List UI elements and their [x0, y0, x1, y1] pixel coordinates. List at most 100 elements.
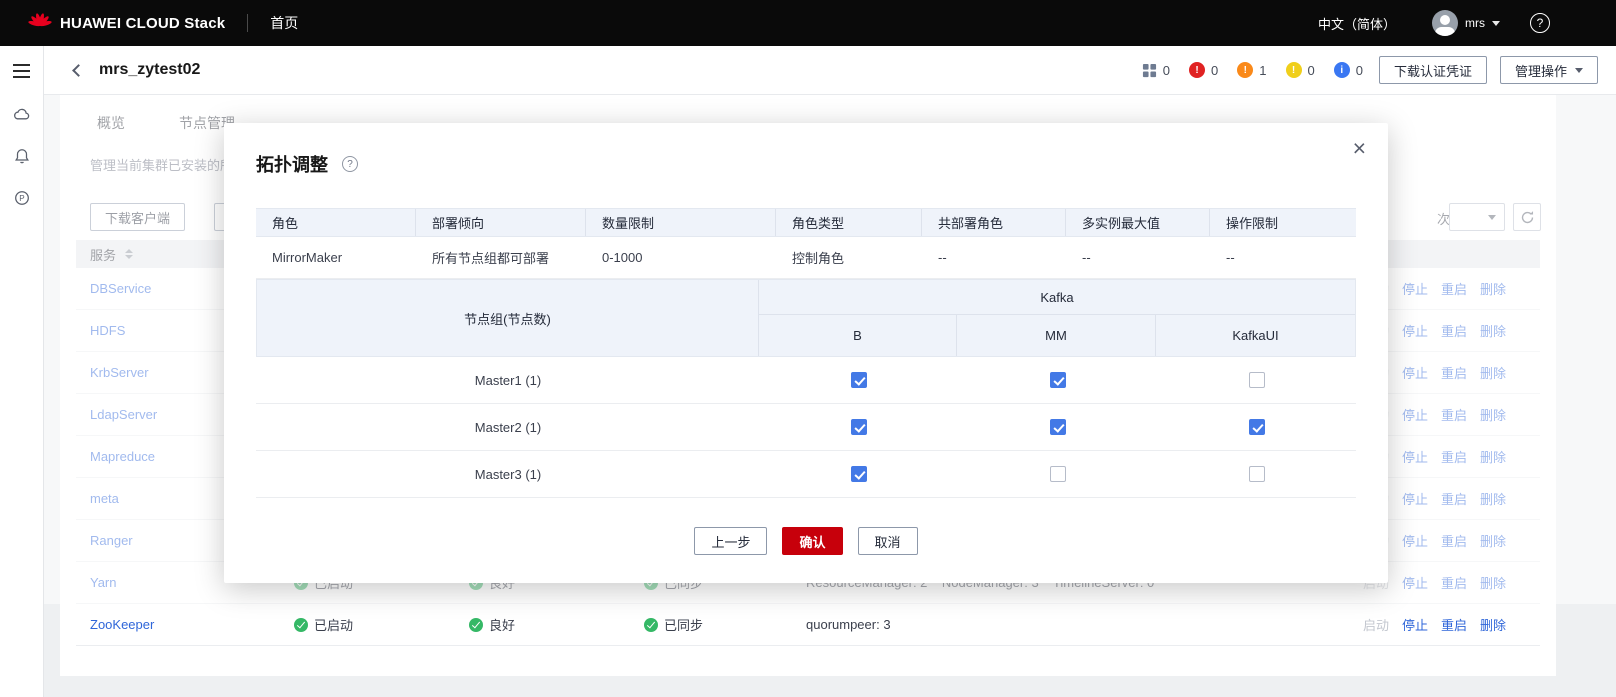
feedback-message-icon[interactable]: P: [12, 188, 32, 208]
dialog-footer: 上一步 确认 取消: [224, 527, 1388, 555]
brand-title: HUAWEI CLOUD Stack: [60, 14, 226, 32]
service-link[interactable]: ZooKeeper: [90, 604, 154, 645]
role-detail-cell: quorumpeer: 3: [806, 617, 891, 632]
health-cell: 良好: [469, 604, 515, 645]
column-header: 部署倾向: [416, 209, 586, 236]
dialog-title-row: 拓扑调整 ?: [256, 151, 358, 177]
success-icon: [294, 617, 308, 632]
co-deploy-roles: --: [938, 250, 947, 265]
role-name: MirrorMaker: [272, 250, 343, 265]
page-header: mrs_zytest02 0 0 1 0 0: [44, 46, 1616, 95]
role-type: 控制角色: [792, 251, 845, 266]
alarm-counters: 0 0 1 0 0: [1142, 62, 1363, 78]
sync-text: 已同步: [664, 618, 704, 633]
info-alarm-icon: [1333, 62, 1350, 78]
events-counter[interactable]: 0: [1142, 63, 1170, 78]
node-group-header: 节点组(节点数): [257, 280, 759, 356]
column-header: 共部署角色: [922, 209, 1066, 236]
topology-row: Master1 (1): [256, 357, 1356, 404]
role-checkbox[interactable]: [1049, 466, 1066, 482]
major-alarm-counter[interactable]: 1: [1237, 62, 1267, 78]
column-header: 操作限制: [1226, 216, 1279, 231]
dialog-title: 拓扑调整: [256, 155, 328, 175]
max-instances: --: [1082, 250, 1091, 265]
confirm-button[interactable]: 确认: [782, 527, 843, 555]
node-group-name: Master1 (1): [474, 372, 542, 388]
role-info-table: 角色 部署倾向 数量限制 角色类型 共部署角色 多实例最大值 操作限制 Mirr…: [256, 208, 1356, 279]
counter-value: 0: [1307, 62, 1315, 78]
left-rail: P: [0, 46, 44, 697]
column-header: 角色: [256, 209, 416, 236]
config-sync-cell: 已同步: [644, 604, 703, 645]
cancel-button[interactable]: 取消: [857, 527, 918, 555]
topbar: HUAWEI CLOUD Stack 首页 中文（简体） mrs ?: [0, 0, 1616, 46]
help-icon[interactable]: ?: [1530, 13, 1550, 33]
screen: HUAWEI CLOUD Stack 首页 中文（简体） mrs ? P mrs…: [0, 0, 1616, 697]
console-cloud-icon[interactable]: [12, 104, 32, 124]
success-icon: [469, 617, 483, 632]
role-header-kafkaui: KafkaUI: [1232, 328, 1279, 343]
manage-operations-label: 管理操作: [1514, 63, 1567, 79]
health-text: 良好: [489, 618, 516, 633]
role-checkbox[interactable]: [851, 419, 867, 435]
menu-icon[interactable]: [9, 60, 34, 82]
topology-adjust-dialog: 拓扑调整 ? × 角色 部署倾向 数量限制 角色类型 共部署角色 多实例最大值 …: [224, 123, 1388, 583]
role-table-header: 角色 部署倾向 数量限制 角色类型 共部署角色 多实例最大值 操作限制: [256, 208, 1356, 237]
alarm-bell-icon[interactable]: [12, 146, 32, 166]
language-selector[interactable]: 中文（简体）: [1318, 14, 1396, 33]
minor-alarm-icon: [1285, 62, 1302, 78]
role-checkbox[interactable]: [1049, 372, 1066, 388]
node-group-name: Master3 (1): [474, 466, 542, 482]
role-table-row: MirrorMaker 所有节点组都可部署 0-1000 控制角色 -- -- …: [256, 237, 1356, 279]
stop-action[interactable]: 停止: [1402, 615, 1428, 634]
role-checkbox[interactable]: [1049, 419, 1066, 435]
role-checkbox[interactable]: [851, 466, 867, 482]
question-help-icon[interactable]: ?: [342, 156, 358, 172]
role-checkbox[interactable]: [1248, 419, 1265, 435]
critical-alarm-icon: [1189, 62, 1206, 78]
brand: HUAWEI CLOUD Stack: [28, 11, 225, 35]
user-menu[interactable]: mrs: [1432, 10, 1500, 36]
counter-value: 0: [1162, 62, 1171, 78]
close-icon[interactable]: ×: [1349, 133, 1370, 164]
restart-action[interactable]: 重启: [1441, 615, 1467, 634]
counter-value: 1: [1259, 62, 1267, 78]
home-link[interactable]: 首页: [270, 13, 298, 33]
counter-value: 0: [1355, 62, 1363, 78]
delete-action[interactable]: 删除: [1480, 615, 1506, 634]
previous-step-button[interactable]: 上一步: [694, 527, 768, 555]
dashboard-grid-icon: [1142, 63, 1157, 78]
avatar: [1432, 10, 1458, 36]
info-alarm-counter[interactable]: 0: [1333, 62, 1363, 78]
critical-alarm-counter[interactable]: 0: [1189, 62, 1218, 78]
manage-operations-button[interactable]: 管理操作: [1499, 56, 1598, 84]
row-actions: 启动 停止 重启 删除: [1363, 604, 1506, 645]
topology-row: Master2 (1): [256, 404, 1356, 451]
svg-text:P: P: [19, 194, 24, 203]
download-credential-button[interactable]: 下载认证凭证: [1378, 56, 1487, 84]
chevron-down-icon: [1575, 67, 1583, 73]
chevron-down-icon: [1492, 20, 1500, 26]
start-action[interactable]: 启动: [1363, 615, 1389, 634]
role-subheaders: B MM KafkaUI: [759, 315, 1355, 356]
minor-alarm-counter[interactable]: 0: [1285, 62, 1315, 78]
topology-row: Master3 (1): [256, 451, 1356, 498]
cluster-title: mrs_zytest02: [99, 61, 201, 78]
node-group-name: Master2 (1): [474, 419, 542, 435]
role-checkbox[interactable]: [1248, 466, 1265, 482]
status-text: 已启动: [314, 618, 354, 633]
service-header: Kafka: [759, 280, 1355, 315]
role-checkbox[interactable]: [1248, 372, 1265, 388]
topology-table: 节点组(节点数) Kafka B MM KafkaUI Master1 (1) …: [256, 279, 1356, 498]
success-icon: [644, 617, 658, 632]
major-alarm-icon: [1237, 62, 1254, 78]
help-glyph: ?: [1536, 16, 1544, 30]
column-header: 角色类型: [776, 209, 922, 236]
column-header: 多实例最大值: [1066, 209, 1210, 236]
quantity-limit: 0-1000: [602, 250, 643, 265]
role-checkbox[interactable]: [851, 372, 867, 388]
table-row: ZooKeeper 已启动 良好 已同步 quorumpeer: 3 启动 停止: [76, 604, 1540, 646]
back-icon[interactable]: [72, 63, 85, 77]
column-header: 数量限制: [586, 209, 776, 236]
role-header-mm: MM: [957, 315, 1156, 356]
